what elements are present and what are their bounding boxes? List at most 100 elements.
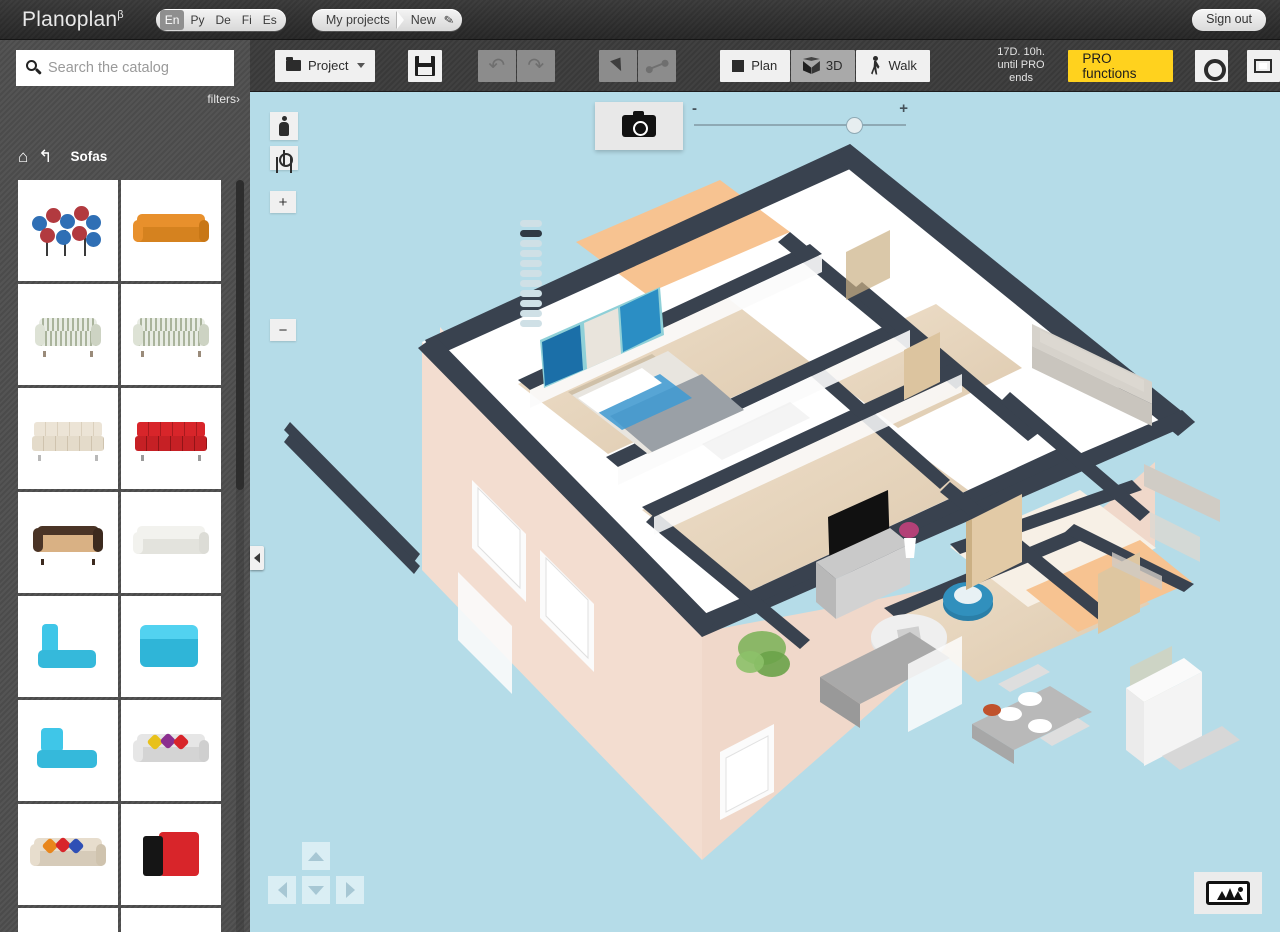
item-thumbnail	[133, 525, 209, 560]
measure-tool-button[interactable]	[637, 49, 676, 82]
catalog-item-cyan-ottoman[interactable]	[121, 596, 221, 697]
catalog-item-red-futon[interactable]	[121, 388, 221, 489]
language-option-fi[interactable]: Fi	[237, 10, 257, 30]
item-thumbnail	[35, 317, 101, 357]
pan-down-button[interactable]	[302, 876, 330, 904]
slider-knob[interactable]	[846, 117, 864, 134]
zoom-notch[interactable]	[520, 320, 542, 327]
home-icon[interactable]: ⌂	[18, 148, 28, 165]
slider-plus-label: +	[899, 100, 908, 117]
language-option-py[interactable]: Py	[185, 10, 209, 30]
zoom-notch[interactable]	[520, 270, 542, 277]
triangle-left-icon	[277, 882, 287, 898]
language-option-en[interactable]: En	[159, 9, 185, 30]
item-thumbnail	[38, 623, 98, 670]
search-input[interactable]	[48, 60, 226, 76]
breadcrumb-current-project[interactable]: New	[411, 11, 436, 29]
pan-dpad[interactable]	[268, 842, 364, 912]
pro-functions-button[interactable]: PRO functions	[1068, 49, 1173, 82]
catalog-item-balloon-chairs[interactable]	[18, 180, 118, 281]
catalog-item-cream-futon[interactable]	[18, 388, 118, 489]
pan-right-button[interactable]	[336, 876, 364, 904]
item-thumbnail	[37, 727, 99, 774]
catalog-item-white-sofa[interactable]	[121, 492, 221, 593]
pro-trial-info: 17D. 10h. until PRO ends	[989, 46, 1054, 85]
fullscreen-button[interactable]	[1246, 49, 1280, 82]
catalog-item-grey-sofa-wide[interactable]	[121, 908, 221, 932]
filters-link[interactable]: filters›	[207, 92, 240, 106]
language-option-es[interactable]: Es	[258, 10, 282, 30]
environment-button[interactable]	[1194, 872, 1262, 914]
pan-left-button[interactable]	[268, 876, 296, 904]
view-mode-3d-button[interactable]: 3D	[790, 49, 855, 82]
language-switcher[interactable]: En Py De Fi Es	[155, 8, 286, 31]
floppy-disk-icon	[415, 55, 436, 76]
sign-out-button[interactable]: Sign out	[1192, 9, 1266, 31]
redo-button[interactable]: ↷	[516, 49, 555, 82]
catalog-item-tan-antique-sofa[interactable]	[18, 492, 118, 593]
pro-trial-time: 17D. 10h.	[997, 46, 1045, 58]
zoom-level-track[interactable]	[520, 220, 542, 330]
item-thumbnail	[30, 836, 106, 872]
app-logo: Planoplanβ	[22, 8, 124, 32]
zoom-out-button[interactable]: −	[270, 319, 296, 341]
select-tool-button[interactable]	[598, 49, 637, 82]
catalog-item-grey-sofa-bed[interactable]	[18, 908, 118, 932]
zoom-notch[interactable]	[520, 220, 542, 227]
view-angle-slider[interactable]: - +	[690, 100, 910, 136]
zoom-notch[interactable]	[520, 240, 542, 247]
rename-project-icon[interactable]: ✎	[443, 12, 455, 28]
project-menu-label: Project	[308, 58, 349, 73]
save-button[interactable]	[408, 49, 442, 82]
zoom-notch-active[interactable]	[520, 230, 542, 237]
language-option-de[interactable]: De	[210, 10, 235, 30]
catalog-scrollbar[interactable]	[236, 180, 244, 932]
back-arrow-icon[interactable]: ↰	[38, 148, 52, 165]
beta-badge: β	[117, 8, 124, 21]
catalog-item-grey-sofa-with-pillows[interactable]	[121, 700, 221, 801]
person-icon	[278, 116, 290, 136]
view-mode-3d-label: 3D	[825, 58, 843, 73]
zoom-in-button[interactable]: +	[270, 191, 296, 213]
undo-button[interactable]: ↶	[477, 49, 516, 82]
gear-icon	[1201, 56, 1227, 81]
zoom-notch[interactable]	[520, 260, 542, 267]
zoom-notch[interactable]	[520, 250, 542, 257]
view-mode-plan-button[interactable]: Plan	[719, 49, 790, 82]
fullscreen-icon	[1254, 58, 1273, 73]
zoom-notch[interactable]	[520, 280, 542, 287]
catalog-item-beige-sectional-with-pillows[interactable]	[18, 804, 118, 905]
line-tool-icon	[647, 61, 666, 70]
catalog-item-cyan-armchair[interactable]	[18, 700, 118, 801]
3d-viewport[interactable]: + − - +	[250, 92, 1280, 932]
zoom-notch[interactable]	[520, 310, 542, 317]
app-logo-text: Planoplan	[22, 7, 118, 31]
search-field-wrapper[interactable]	[16, 50, 234, 86]
plan-square-icon	[732, 59, 745, 72]
pan-up-button[interactable]	[302, 842, 330, 870]
slider-track[interactable]	[694, 124, 906, 126]
chevron-down-icon	[357, 63, 366, 68]
catalog-item-cyan-corner-seat[interactable]	[18, 596, 118, 697]
catalog-grid[interactable]	[18, 180, 229, 932]
item-thumbnail	[133, 732, 209, 768]
floorplan-3d-scene[interactable]	[250, 92, 1280, 932]
catalog-item-striped-sofa[interactable]	[121, 284, 221, 385]
project-menu-button[interactable]: Project	[275, 49, 376, 82]
catalog-scrollbar-thumb[interactable]	[236, 180, 244, 490]
triangle-right-icon	[345, 882, 355, 898]
zoom-notch[interactable]	[520, 300, 542, 307]
breadcrumb-my-projects[interactable]: My projects	[326, 11, 390, 29]
sidebar-collapse-button[interactable]	[250, 546, 264, 570]
catalog-sidebar: filters› ⌂ ↰ Sofas	[0, 40, 250, 932]
camera-snapshot-button[interactable]	[595, 102, 683, 150]
settings-button[interactable]	[1194, 49, 1228, 82]
folder-icon	[286, 57, 301, 71]
catalog-item-orange-sofa[interactable]	[121, 180, 221, 281]
catalog-item-red-black-highback-sofa[interactable]	[121, 804, 221, 905]
center-view-tool[interactable]	[270, 146, 298, 170]
zoom-notch[interactable]	[520, 290, 542, 297]
view-mode-walk-button[interactable]: Walk	[855, 49, 930, 82]
walk-person-tool[interactable]	[270, 112, 298, 140]
catalog-item-striped-loveseat[interactable]	[18, 284, 118, 385]
